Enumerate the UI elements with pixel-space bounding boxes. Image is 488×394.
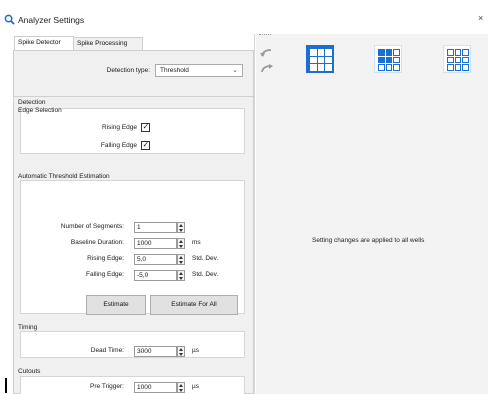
baseline-duration-spinner[interactable]: 1000: [134, 238, 186, 249]
baseline-duration-input[interactable]: 1000: [134, 238, 177, 249]
dead-time-spinner[interactable]: 3000: [134, 346, 186, 357]
title-bar: Analyzer Settings ×: [0, 0, 488, 32]
dead-time-input[interactable]: 3000: [134, 346, 177, 357]
rising-edge-stepper[interactable]: [177, 254, 185, 265]
check-icon: ✓: [142, 139, 150, 149]
pre-trigger-stepper[interactable]: [177, 382, 185, 393]
rising-edge-input[interactable]: 5,0: [134, 254, 177, 265]
falling-edge-threshold-label: Falling Edge:: [86, 271, 124, 278]
num-segments-input[interactable]: 1: [134, 222, 177, 233]
redo-icon[interactable]: [260, 64, 273, 74]
falling-edge-spinner[interactable]: -5,0: [134, 270, 186, 281]
falling-edge-input[interactable]: -5,0: [134, 270, 177, 281]
falling-edge-stepper[interactable]: [177, 270, 185, 281]
undo-icon[interactable]: [260, 48, 273, 58]
pre-trigger-spinner[interactable]: 1000: [134, 382, 186, 393]
rising-edge-checkbox[interactable]: ✓: [141, 121, 150, 132]
rising-edge-spinner[interactable]: 5,0: [134, 254, 186, 265]
window-title: Analyzer Settings: [18, 15, 85, 25]
pre-trigger-input[interactable]: 1000: [134, 382, 177, 393]
falling-edge-checkbox[interactable]: ✓: [141, 139, 150, 150]
wells-panel: [256, 34, 488, 394]
tab-spike-detector[interactable]: Spike Detector: [14, 36, 74, 50]
auto-threshold-label: Automatic Threshold Estimation: [18, 173, 110, 180]
detection-section-label: Detection: [18, 99, 46, 106]
partial-wells-icon: [378, 49, 400, 71]
settings-panel: Spike Detector Spike Processing Detectio…: [13, 34, 255, 394]
num-segments-spinner[interactable]: 1: [134, 222, 186, 233]
rising-edge-unit: Std. Dev.: [192, 255, 219, 262]
all-wells-button[interactable]: [306, 45, 334, 73]
close-button[interactable]: ×: [478, 13, 488, 25]
all-wells-icon: [310, 49, 332, 71]
falling-edge-unit: Std. Dev.: [192, 271, 219, 278]
pre-trigger-label: Pre Trigger:: [90, 383, 124, 390]
edge-selection-label: Edge Selection: [18, 107, 62, 114]
tab-spike-processing[interactable]: Spike Processing: [73, 37, 143, 50]
text-cursor: [5, 378, 7, 393]
falling-edge-label: Falling Edge: [100, 142, 137, 149]
timing-section-label: Timing: [18, 324, 38, 331]
no-wells-button[interactable]: [443, 45, 471, 73]
detection-type-label: Detection type:: [106, 67, 150, 74]
search-icon: [4, 14, 15, 25]
rising-edge-threshold-label: Rising Edge:: [87, 255, 124, 262]
divider: [14, 96, 255, 97]
no-wells-icon: [447, 49, 469, 71]
dead-time-unit: µs: [192, 347, 199, 354]
dead-time-stepper[interactable]: [177, 346, 185, 357]
dead-time-label: Dead Time:: [90, 347, 124, 354]
tab-content: Detection type: Threshold ⌄ Detection Ed…: [13, 50, 255, 394]
chevron-down-icon: ⌄: [232, 67, 238, 74]
toolbar-grip[interactable]: [259, 34, 271, 38]
baseline-duration-unit: ms: [192, 239, 201, 246]
detection-type-value: Threshold: [160, 67, 189, 74]
estimate-button[interactable]: Estimate: [86, 295, 146, 315]
rising-edge-label: Rising Edge: [101, 124, 137, 131]
partial-wells-button[interactable]: [374, 45, 402, 73]
estimate-for-all-button[interactable]: Estimate For All: [150, 295, 238, 315]
baseline-duration-label: Baseline Duration:: [70, 239, 124, 246]
detection-type-select[interactable]: Threshold ⌄: [155, 64, 243, 77]
cutouts-section-label: Cutouts: [18, 368, 41, 375]
settings-scope-message: Setting changes are applied to all wells: [312, 237, 425, 244]
baseline-duration-stepper[interactable]: [177, 238, 185, 249]
check-icon: ✓: [142, 121, 150, 131]
auto-threshold-group: [20, 180, 245, 314]
pre-trigger-unit: µs: [192, 383, 199, 390]
num-segments-label: Number of Segments:: [60, 223, 124, 230]
num-segments-stepper[interactable]: [177, 222, 185, 233]
